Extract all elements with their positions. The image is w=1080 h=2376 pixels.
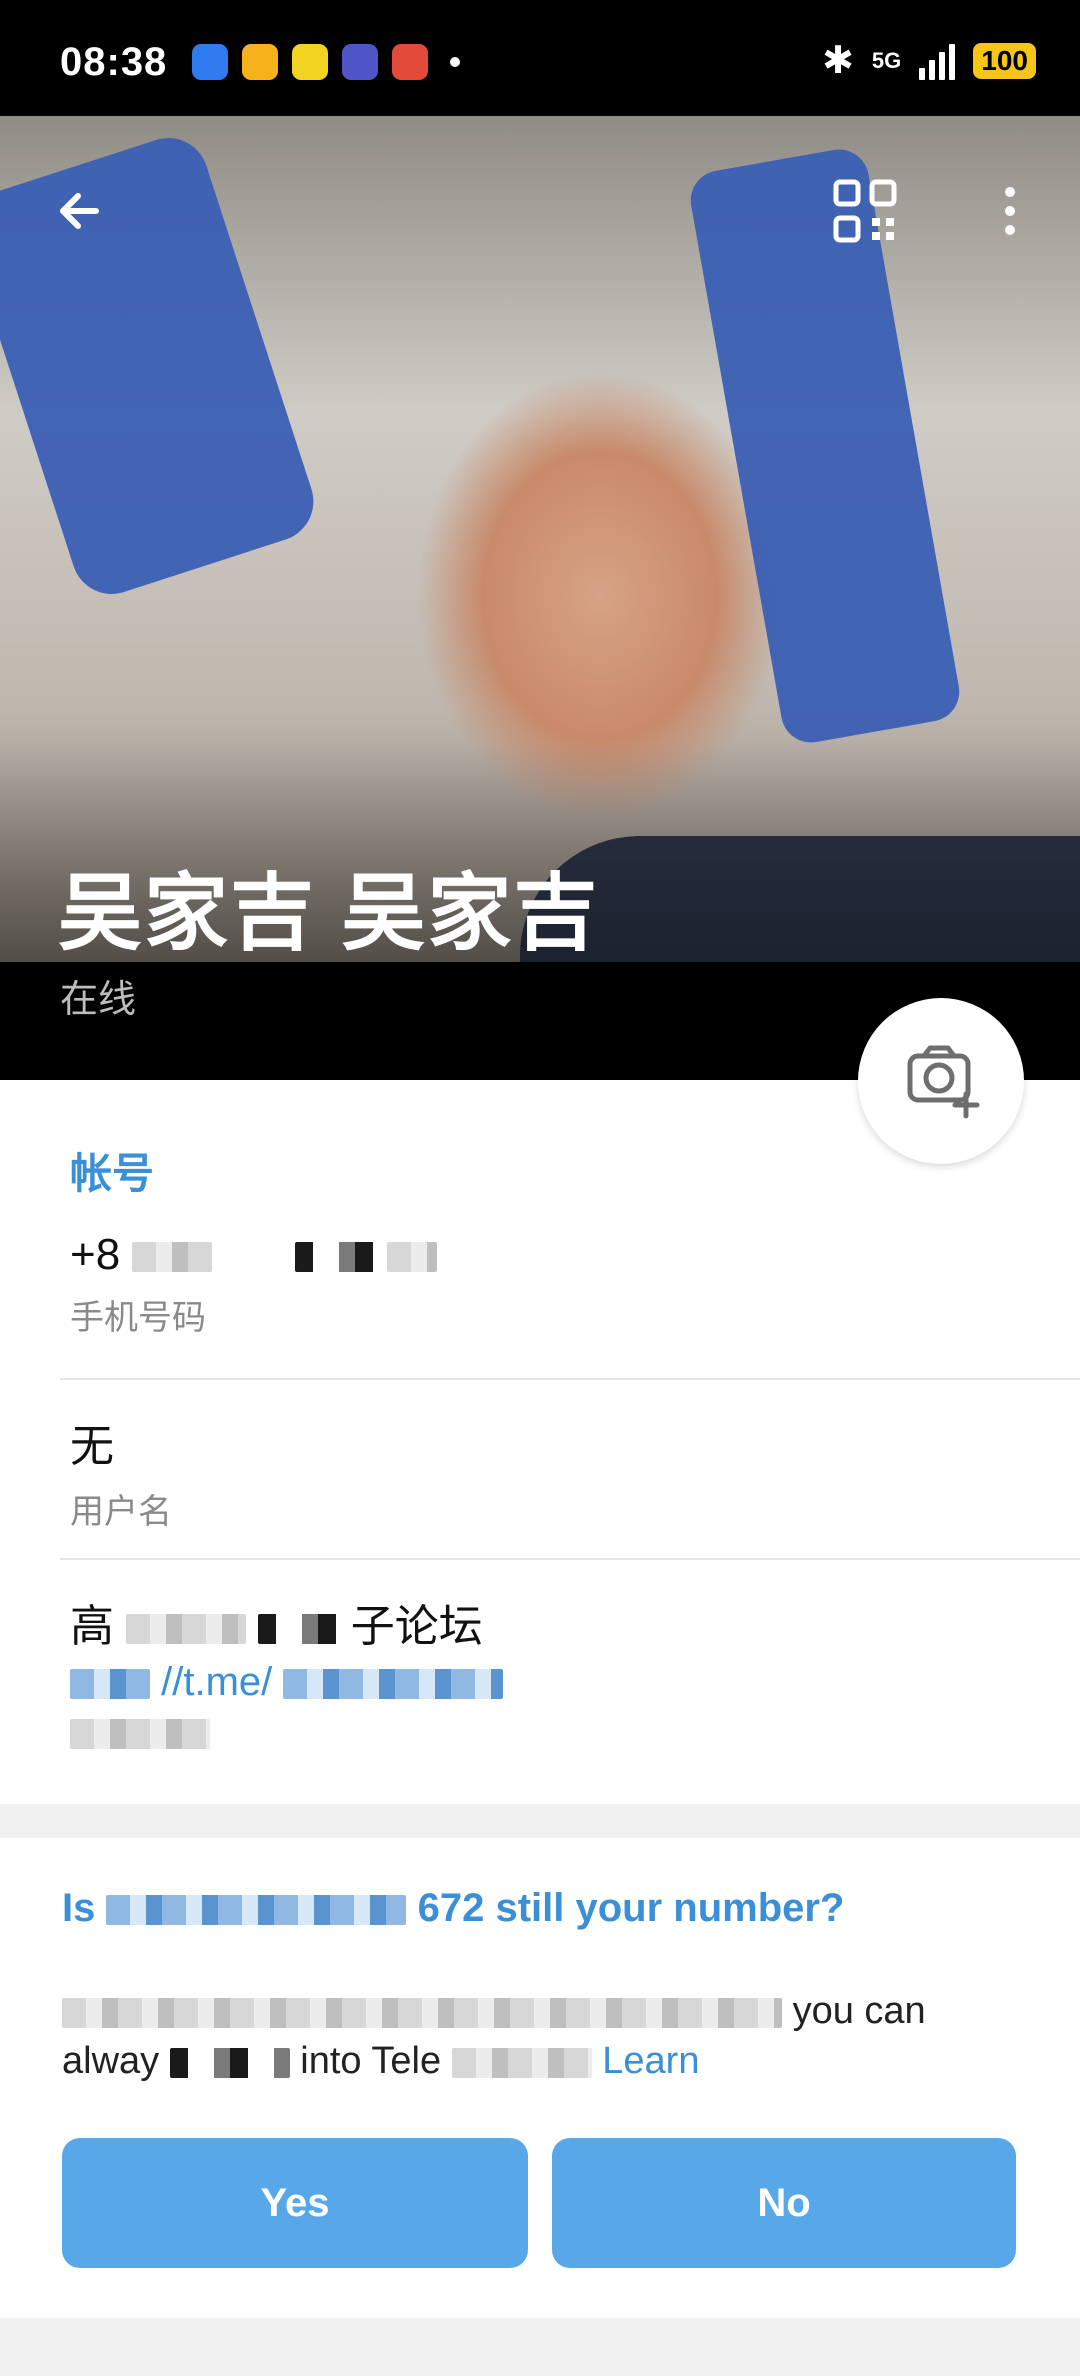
no-button[interactable]: No xyxy=(552,2138,1016,2268)
verify-body-line2: alway xyxy=(62,2040,160,2082)
redacted-text xyxy=(294,1242,375,1273)
network-type: 5G xyxy=(871,47,902,73)
verify-number-card: Is 672 still your number? you can alway … xyxy=(0,1838,1080,2318)
more-vert-icon xyxy=(1005,187,1015,235)
camera-add-icon xyxy=(907,1045,980,1119)
bio-link[interactable]: //t.me/ xyxy=(70,1660,1080,1705)
redacted-text xyxy=(70,1719,210,1749)
bio-line: 高 子论坛 xyxy=(70,1590,1080,1654)
more-options-button[interactable] xyxy=(990,176,1030,246)
app-notification-icon xyxy=(392,44,428,80)
signal-icon xyxy=(919,42,956,80)
phone-prefix: +8 xyxy=(70,1230,121,1279)
app-notification-icon xyxy=(192,44,228,80)
redacted-text xyxy=(258,1614,339,1645)
app-notification-icon xyxy=(292,44,328,80)
divider xyxy=(60,1378,1080,1380)
status-right: ✱ 5G 100 xyxy=(822,38,1036,83)
redacted-text xyxy=(132,1242,213,1273)
back-button[interactable] xyxy=(48,176,118,246)
verify-body-line: alway into Tele Learn xyxy=(62,2036,1012,2086)
bio-link-text: //t.me/ xyxy=(161,1660,273,1704)
verify-body-end: you can xyxy=(792,1990,926,2032)
redacted-text xyxy=(283,1669,504,1700)
verify-title: Is 672 still your number? xyxy=(62,1886,844,1931)
profile-photo[interactable] xyxy=(0,116,1080,962)
phone-value: +8 xyxy=(70,1230,1080,1280)
notification-icons xyxy=(192,44,460,80)
status-bar: 08:38 ✱ 5G 100 xyxy=(0,0,1080,116)
verify-body: you can alway into Tele Learn xyxy=(62,1986,1012,2086)
learn-more-link[interactable]: Learn xyxy=(602,2040,699,2082)
bio-start: 高 xyxy=(70,1602,114,1651)
username-row[interactable]: 无 用户名 xyxy=(70,1410,1080,1533)
yes-button[interactable]: Yes xyxy=(62,2138,528,2268)
profile-name: 吴家吉 吴家吉 xyxy=(58,866,600,960)
redacted-text xyxy=(106,1895,407,1926)
redacted-text xyxy=(386,1242,437,1273)
divider xyxy=(60,1558,1080,1560)
bluetooth-icon: ✱ xyxy=(822,40,854,82)
redacted-text xyxy=(169,2047,290,2078)
qr-code-button[interactable] xyxy=(830,176,900,246)
redacted-text xyxy=(126,1614,247,1645)
phone-row[interactable]: +8 手机号码 xyxy=(70,1230,1080,1339)
username-value: 无 xyxy=(70,1422,114,1471)
bio-extra xyxy=(70,1719,1080,1749)
username-label: 用户名 xyxy=(70,1493,172,1531)
phone-label: 手机号码 xyxy=(70,1299,206,1337)
account-section-title: 帐号 xyxy=(70,1150,155,1197)
more-notifications-dot xyxy=(450,57,460,67)
bottom-area xyxy=(0,2318,1080,2376)
app-notification-icon xyxy=(242,44,278,80)
photo-detail xyxy=(686,144,964,748)
bio-row[interactable]: 高 子论坛 //t.me/ xyxy=(70,1590,1080,1749)
verify-body-line: you can xyxy=(62,1986,1012,2036)
app-notification-icon xyxy=(342,44,378,80)
battery-indicator: 100 xyxy=(973,42,1036,79)
online-status: 在线 xyxy=(60,979,137,1021)
redacted-text xyxy=(70,1669,150,1700)
qr-code-icon xyxy=(833,179,897,243)
set-photo-button[interactable] xyxy=(858,998,1024,1164)
verify-title-end: 672 still your number? xyxy=(417,1886,845,1930)
verify-body-line2b: into Tele xyxy=(300,2040,442,2082)
account-card: 帐号 +8 手机号码 无 用户名 高 子论坛 //t.me/ xyxy=(0,1080,1080,1804)
back-arrow-icon xyxy=(60,193,99,229)
bio-end: 子论坛 xyxy=(350,1602,483,1651)
redacted-text xyxy=(62,1997,782,2028)
section-gap xyxy=(0,1804,1080,1838)
status-time: 08:38 xyxy=(60,40,168,84)
redacted-text xyxy=(451,2047,592,2078)
verify-title-start: Is xyxy=(62,1886,96,1930)
